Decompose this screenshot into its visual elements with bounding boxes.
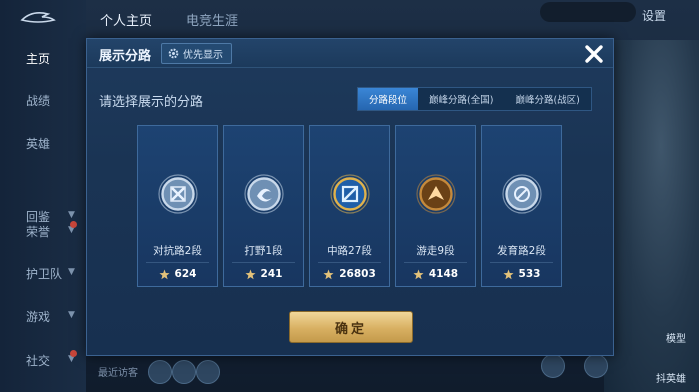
tab-esports-career[interactable]: 电竞生涯 — [186, 10, 238, 29]
lane-card[interactable]: 打野1段 241 — [223, 125, 304, 287]
lane-tabs: 分路段位 巅峰分路(全国) 巅峰分路(战区) — [357, 87, 592, 111]
recent-visitors-label: 最近访客 — [98, 368, 138, 379]
lane-points: 533 — [482, 268, 561, 280]
tab-profile-home[interactable]: 个人主页 — [100, 10, 152, 29]
lane-card-list: 对抗路2段 624 打野1段 241 中路27段 26803 游走9段 4148 发育路2段 53… — [137, 125, 562, 287]
sidebar-item-label: 战绩 — [26, 93, 51, 108]
sidebar-item-label: 主页 — [26, 51, 51, 66]
jungle-badge-icon — [244, 174, 284, 214]
divider — [146, 262, 209, 263]
lane-points: 4148 — [396, 268, 475, 280]
draw-hero-label[interactable]: 抖英雄 — [656, 370, 686, 385]
lane-card[interactable]: 中路27段 26803 — [309, 125, 390, 287]
lane-rank-label: 对抗路2段 — [153, 245, 202, 257]
lane-points: 624 — [138, 268, 217, 280]
tab-lane-1[interactable]: 巅峰分路(全国) — [418, 88, 504, 110]
model-label[interactable]: 模型 — [666, 330, 686, 345]
sidebar-item-label: 社交 — [26, 353, 51, 368]
lane-rank-label: 中路27段 — [327, 245, 372, 257]
lane-card[interactable]: 发育路2段 533 — [481, 125, 562, 287]
dialog-title: 展示分路 — [99, 49, 152, 64]
chevron-down-icon: ▼ — [68, 310, 75, 320]
lane-points-value: 533 — [518, 268, 541, 280]
priority-display-label: 优先显示 — [183, 50, 223, 61]
dialog-subtitle: 请选择展示的分路 — [99, 95, 204, 110]
lane-rank-label: 发育路2段 — [497, 245, 546, 257]
divider — [490, 262, 553, 263]
close-icon — [585, 45, 603, 63]
points-star-icon — [413, 268, 424, 279]
points-star-icon — [158, 268, 170, 279]
sidebar-item[interactable]: 战绩 — [0, 88, 86, 112]
lane-points-value: 241 — [260, 268, 283, 280]
sidebar-item[interactable]: 主页 — [0, 46, 86, 70]
visitor-avatar[interactable] — [196, 360, 220, 384]
lane-rank-label: 游走9段 — [416, 245, 455, 257]
lane-points: 241 — [224, 268, 303, 280]
sidebar-item-label: 荣誉 — [26, 224, 51, 239]
upload-button[interactable] — [541, 354, 565, 378]
divider — [318, 262, 381, 263]
dialog-header: 展示分路 优先显示 — [87, 39, 613, 68]
points-star-icon — [502, 268, 514, 279]
notification-banner — [540, 2, 636, 22]
roam-badge-icon — [416, 174, 456, 214]
sidebar-item-label: 游戏 — [26, 309, 51, 324]
divider — [404, 262, 467, 263]
mid-lane-badge-icon — [330, 174, 370, 214]
sidebar-item[interactable]: 英雄 — [0, 131, 86, 155]
sidebar-item[interactable]: 护卫队 ▼ — [0, 261, 86, 285]
lane-card[interactable]: 游走9段 4148 — [395, 125, 476, 287]
divider — [232, 262, 295, 263]
lane-points-value: 26803 — [339, 268, 376, 280]
gear-icon — [168, 48, 179, 59]
sidebar-item[interactable]: 游戏 ▼ — [0, 304, 86, 328]
tab-lane-2[interactable]: 巅峰分路(战区) — [504, 88, 590, 110]
settings-button[interactable]: 设置 — [642, 7, 666, 24]
notification-dot — [70, 221, 77, 228]
lane-points-value: 4148 — [428, 268, 459, 280]
lane-card[interactable]: 对抗路2段 624 — [137, 125, 218, 287]
confirm-button[interactable]: 确定 — [289, 311, 413, 343]
sidebar-item-label: 英雄 — [26, 136, 51, 151]
lane-points: 26803 — [310, 268, 389, 280]
close-button[interactable] — [579, 39, 609, 69]
clash-lane-badge-icon — [158, 174, 198, 214]
points-star-icon — [244, 268, 256, 279]
lane-display-dialog: 展示分路 优先显示 请选择展示的分路 分路段位 巅峰分路(全国) 巅峰分路(战区) … — [86, 38, 614, 356]
visitor-avatar[interactable] — [148, 360, 172, 384]
priority-display-button[interactable]: 优先显示 — [161, 43, 232, 64]
farm-lane-badge-icon — [502, 174, 542, 214]
points-star-icon — [323, 268, 334, 279]
lane-rank-label: 打野1段 — [244, 245, 283, 257]
notification-dot — [70, 350, 77, 357]
lane-points-value: 624 — [174, 268, 197, 280]
tab-lane-0[interactable]: 分路段位 — [358, 88, 419, 110]
play-button[interactable] — [584, 354, 608, 378]
sidebar-item-label: 护卫队 — [26, 266, 63, 281]
chevron-down-icon: ▼ — [68, 267, 75, 277]
visitor-avatar[interactable] — [172, 360, 196, 384]
back-logo-icon[interactable] — [18, 8, 58, 26]
